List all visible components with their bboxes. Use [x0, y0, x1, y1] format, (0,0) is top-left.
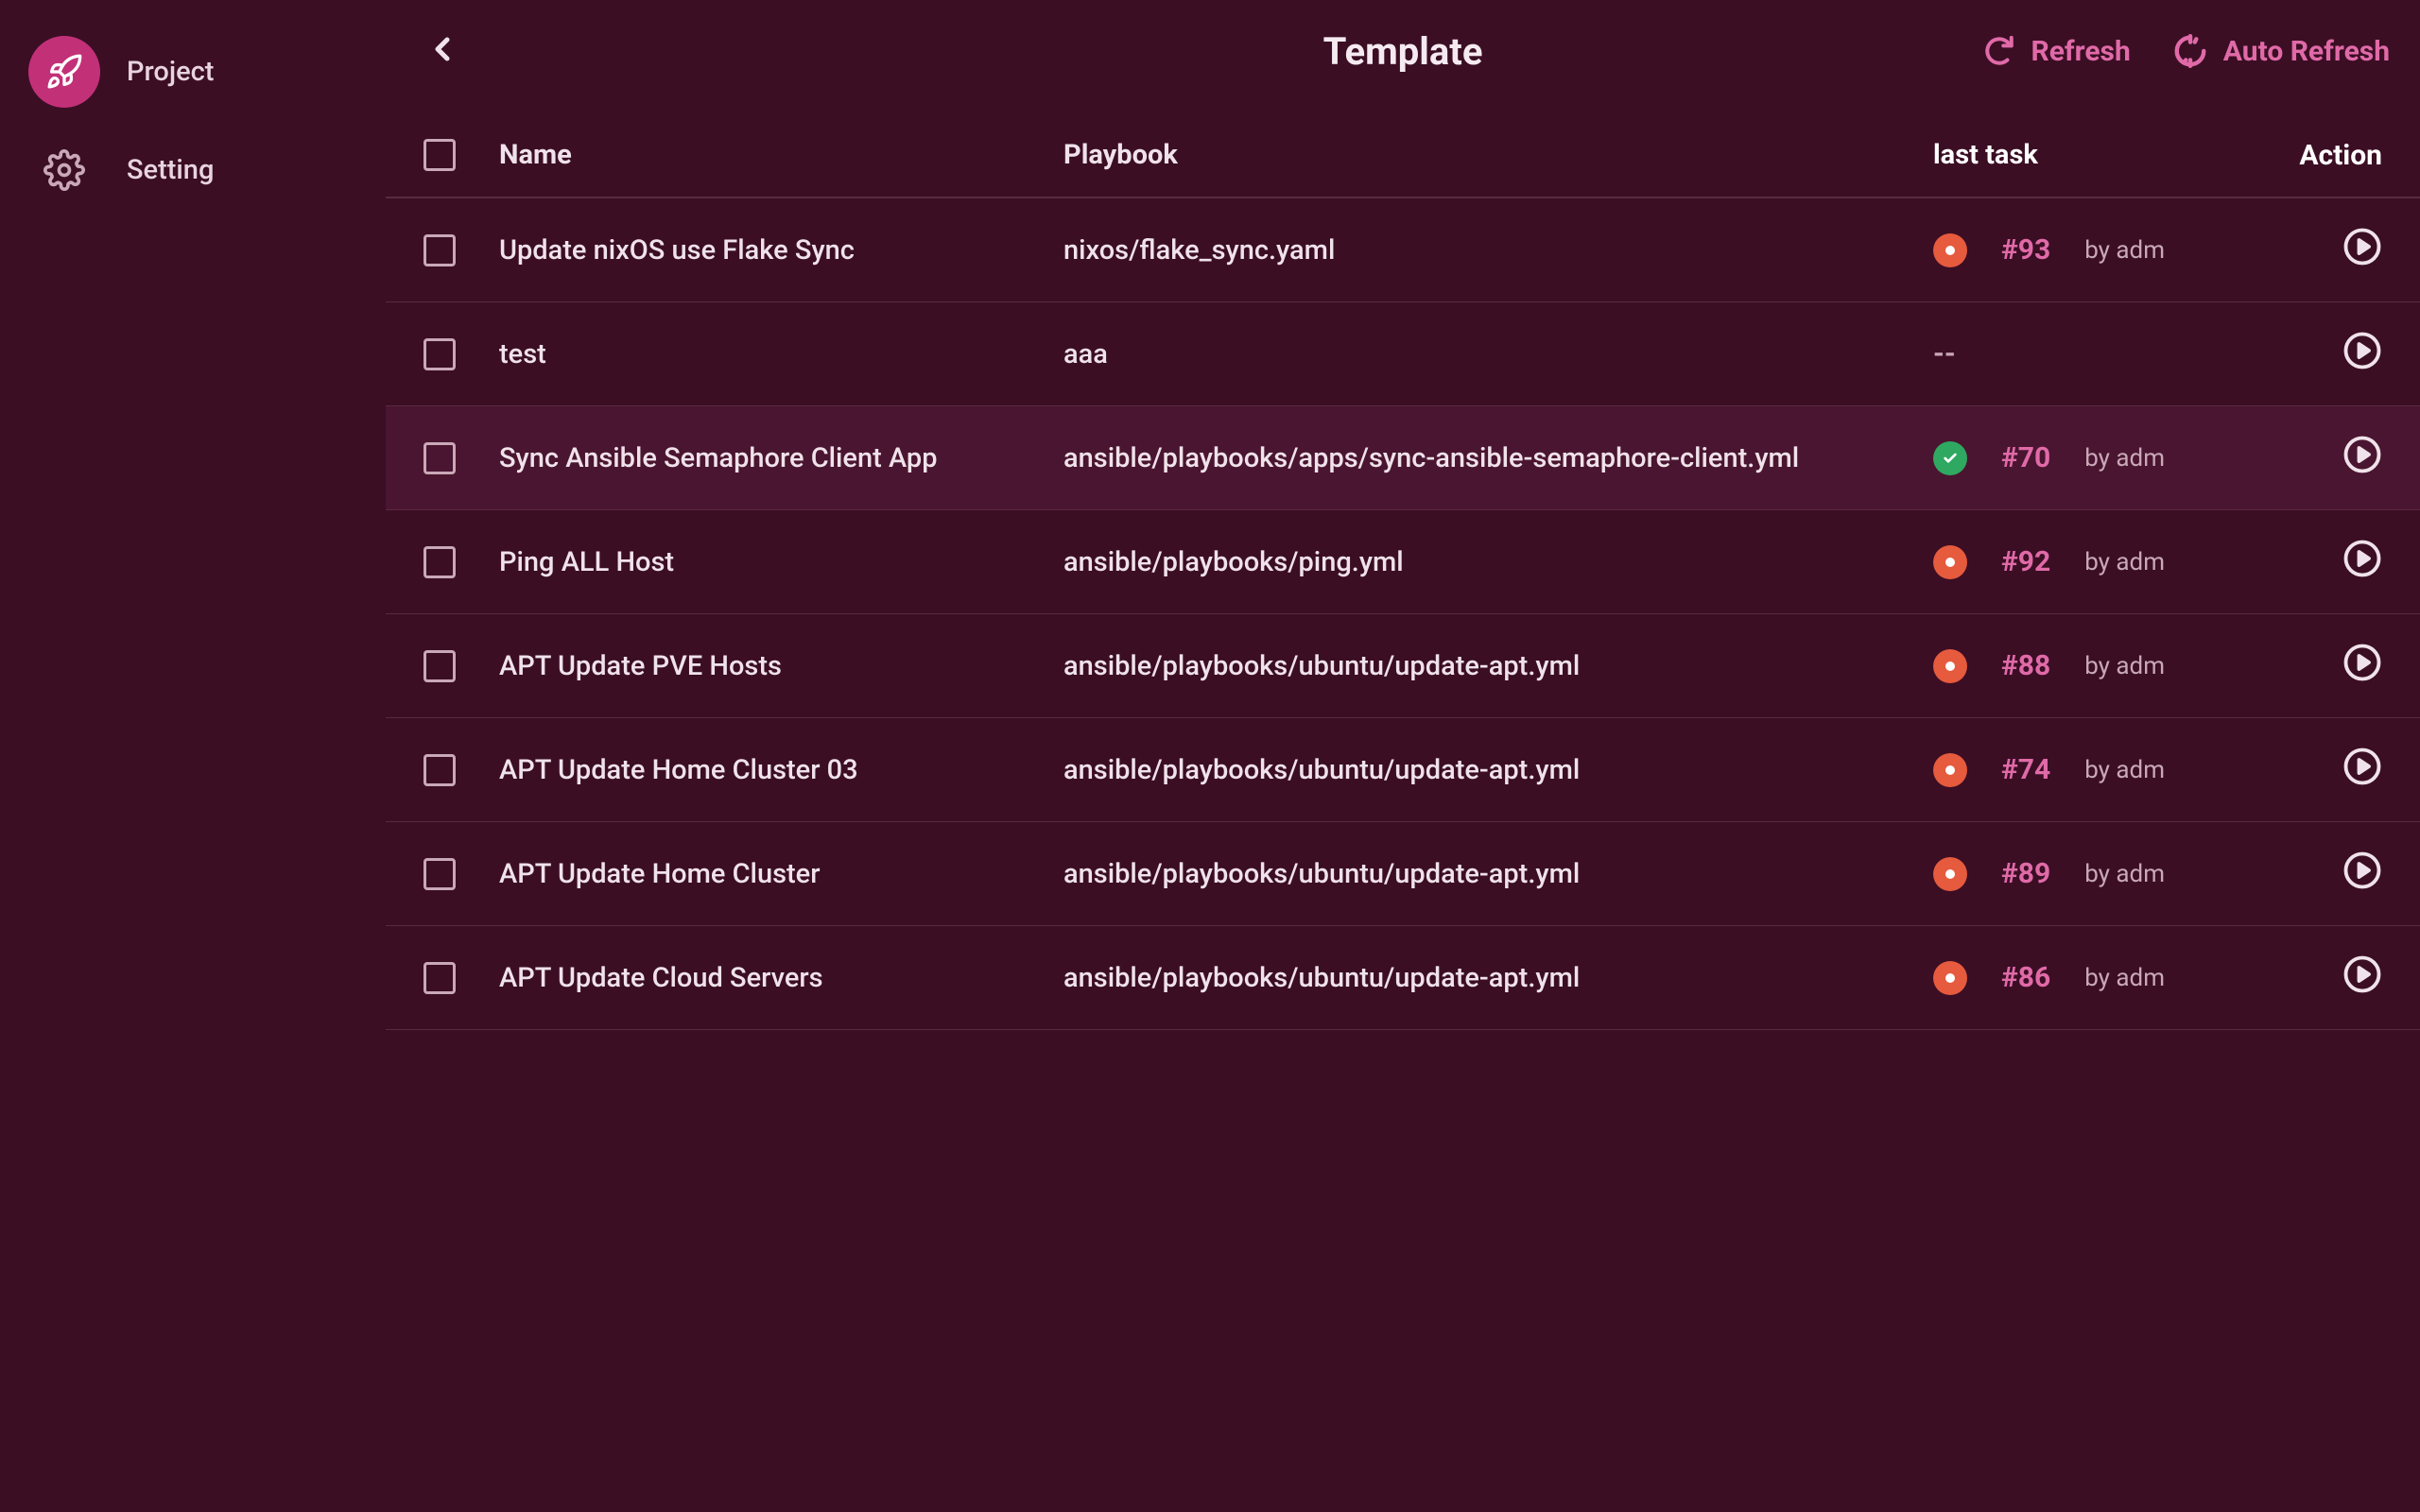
- run-button[interactable]: [2342, 539, 2382, 586]
- template-playbook: nixos/flake_sync.yaml: [1063, 234, 1933, 266]
- last-task-cell: #70 by adm: [1933, 441, 2269, 475]
- run-button[interactable]: [2342, 747, 2382, 794]
- sidebar-label-project: Project: [127, 56, 214, 88]
- topbar-actions: Refresh Auto Refresh: [1983, 33, 2390, 69]
- run-button[interactable]: [2342, 954, 2382, 1002]
- status-running-icon: [1933, 961, 1967, 995]
- template-name: Sync Ansible Semaphore Client App: [499, 442, 1063, 474]
- template-playbook: ansible/playbooks/ping.yml: [1063, 546, 1933, 578]
- sidebar: Project Setting: [0, 0, 386, 1512]
- table-row[interactable]: APT Update Cloud Serversansible/playbook…: [386, 926, 2420, 1030]
- task-id[interactable]: #92: [2001, 545, 2050, 578]
- sidebar-item-project[interactable]: Project: [28, 36, 357, 108]
- select-all-checkbox[interactable]: [424, 139, 456, 171]
- template-playbook: ansible/playbooks/ubuntu/update-apt.yml: [1063, 858, 1933, 890]
- col-header-name: Name: [499, 139, 1063, 171]
- rocket-icon: [28, 36, 100, 108]
- last-task-cell: #88 by adm: [1933, 649, 2269, 683]
- row-checkbox[interactable]: [424, 442, 456, 474]
- status-success-icon: [1933, 441, 1967, 475]
- col-header-action: Action: [2269, 139, 2382, 172]
- sidebar-item-setting[interactable]: Setting: [28, 134, 357, 206]
- task-by: by adm: [2084, 964, 2165, 992]
- template-name: APT Update Cloud Servers: [499, 962, 1063, 994]
- main-content: Template Refresh: [386, 0, 2420, 1512]
- task-by: by adm: [2084, 860, 2165, 888]
- last-task-cell: #74 by adm: [1933, 753, 2269, 787]
- template-name: APT Update Home Cluster 03: [499, 754, 1063, 786]
- row-checkbox[interactable]: [424, 546, 456, 578]
- table-row[interactable]: Update nixOS use Flake Syncnixos/flake_s…: [386, 198, 2420, 302]
- task-id-empty: --: [1933, 337, 1956, 370]
- table-row[interactable]: Ping ALL Hostansible/playbooks/ping.yml#…: [386, 510, 2420, 614]
- run-button[interactable]: [2342, 227, 2382, 274]
- task-by: by adm: [2084, 756, 2165, 784]
- row-checkbox[interactable]: [424, 338, 456, 370]
- run-button[interactable]: [2342, 331, 2382, 378]
- status-running-icon: [1933, 753, 1967, 787]
- task-id[interactable]: #70: [2001, 441, 2050, 474]
- task-id[interactable]: #86: [2001, 961, 2050, 994]
- template-playbook: aaa: [1063, 338, 1933, 370]
- last-task-cell: #86 by adm: [1933, 961, 2269, 995]
- template-name: APT Update Home Cluster: [499, 858, 1063, 890]
- table-row[interactable]: APT Update Home Cluster 03ansible/playbo…: [386, 718, 2420, 822]
- gear-icon: [28, 134, 100, 206]
- templates-table: Name Playbook last task Action Update ni…: [386, 113, 2420, 1030]
- status-running-icon: [1933, 545, 1967, 579]
- status-running-icon: [1933, 233, 1967, 267]
- task-id[interactable]: #89: [2001, 857, 2050, 890]
- template-name: APT Update PVE Hosts: [499, 650, 1063, 682]
- auto-refresh-label: Auto Refresh: [2223, 35, 2390, 68]
- task-id[interactable]: #93: [2001, 233, 2050, 266]
- status-running-icon: [1933, 857, 1967, 891]
- last-task-cell: #89 by adm: [1933, 857, 2269, 891]
- table-row[interactable]: testaaa--: [386, 302, 2420, 406]
- template-playbook: ansible/playbooks/ubuntu/update-apt.yml: [1063, 754, 1933, 786]
- table-row[interactable]: APT Update PVE Hostsansible/playbooks/ub…: [386, 614, 2420, 718]
- template-name: Ping ALL Host: [499, 546, 1063, 578]
- sidebar-label-setting: Setting: [127, 154, 214, 186]
- run-button[interactable]: [2342, 643, 2382, 690]
- task-id[interactable]: #88: [2001, 649, 2050, 682]
- template-name: test: [499, 338, 1063, 370]
- row-checkbox[interactable]: [424, 754, 456, 786]
- template-playbook: ansible/playbooks/ubuntu/update-apt.yml: [1063, 962, 1933, 994]
- task-by: by adm: [2084, 236, 2165, 265]
- template-playbook: ansible/playbooks/ubuntu/update-apt.yml: [1063, 650, 1933, 682]
- refresh-button[interactable]: Refresh: [1983, 35, 2130, 68]
- chevron-left-icon: [424, 30, 461, 68]
- run-button[interactable]: [2342, 435, 2382, 482]
- auto-refresh-icon: [2172, 33, 2208, 69]
- run-button[interactable]: [2342, 850, 2382, 898]
- task-by: by adm: [2084, 652, 2165, 680]
- last-task-cell: --: [1933, 337, 2269, 370]
- topbar: Template Refresh: [386, 9, 2420, 104]
- back-button[interactable]: [416, 23, 469, 79]
- template-name: Update nixOS use Flake Sync: [499, 234, 1063, 266]
- col-header-last-task: last task: [1933, 139, 2269, 171]
- auto-refresh-button[interactable]: Auto Refresh: [2172, 33, 2390, 69]
- task-by: by adm: [2084, 444, 2165, 472]
- page-title: Template: [1323, 29, 1483, 74]
- refresh-icon: [1983, 35, 2015, 67]
- last-task-cell: #93 by adm: [1933, 233, 2269, 267]
- row-checkbox[interactable]: [424, 858, 456, 890]
- col-header-playbook: Playbook: [1063, 139, 1933, 171]
- status-running-icon: [1933, 649, 1967, 683]
- table-header: Name Playbook last task Action: [386, 113, 2420, 198]
- row-checkbox[interactable]: [424, 650, 456, 682]
- last-task-cell: #92 by adm: [1933, 545, 2269, 579]
- task-by: by adm: [2084, 548, 2165, 576]
- task-id[interactable]: #74: [2001, 753, 2050, 786]
- row-checkbox[interactable]: [424, 234, 456, 266]
- template-playbook: ansible/playbooks/apps/sync-ansible-sema…: [1063, 442, 1933, 474]
- table-row[interactable]: Sync Ansible Semaphore Client Appansible…: [386, 406, 2420, 510]
- refresh-label: Refresh: [2031, 35, 2130, 68]
- table-row[interactable]: APT Update Home Clusteransible/playbooks…: [386, 822, 2420, 926]
- row-checkbox[interactable]: [424, 962, 456, 994]
